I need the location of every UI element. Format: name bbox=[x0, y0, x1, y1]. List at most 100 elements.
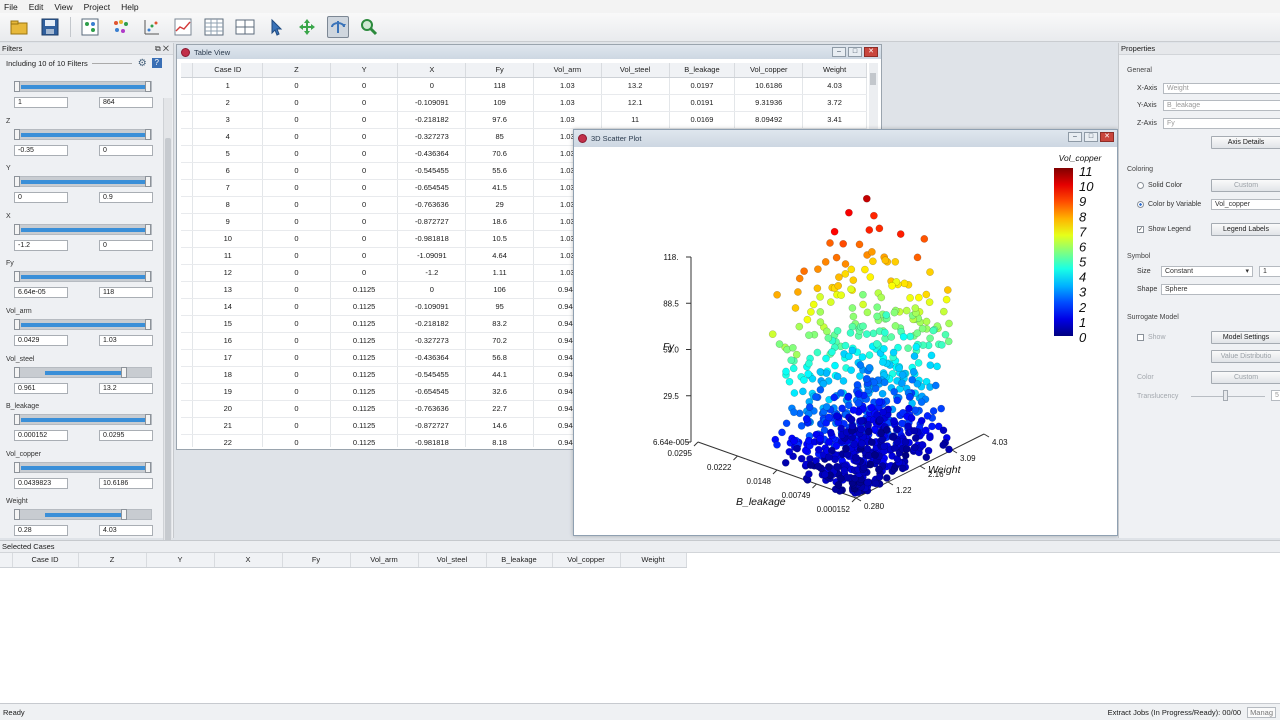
table-cell[interactable]: 0 bbox=[262, 400, 331, 418]
filter-max-handle[interactable] bbox=[145, 461, 151, 473]
table-cell[interactable]: 0 bbox=[330, 145, 399, 163]
table-cell[interactable]: 7 bbox=[192, 179, 264, 197]
table-cell[interactable]: 9.31936 bbox=[734, 94, 804, 112]
filter-max-handle[interactable] bbox=[121, 509, 127, 521]
table-cell[interactable]: 0 bbox=[262, 383, 331, 401]
table-cell[interactable]: 6 bbox=[192, 162, 264, 180]
translucency-slider-handle[interactable] bbox=[1223, 390, 1228, 401]
table-cell[interactable]: 0 bbox=[262, 281, 331, 299]
table-cell[interactable]: 3 bbox=[192, 111, 264, 129]
table-cell[interactable]: 0.0169 bbox=[669, 111, 736, 129]
table-cell[interactable]: 8 bbox=[192, 196, 264, 214]
translucency-value[interactable]: 5 bbox=[1271, 390, 1280, 401]
table-cell[interactable]: -0.109091 bbox=[397, 94, 467, 112]
row-selector[interactable] bbox=[181, 77, 194, 95]
filter-max-handle[interactable] bbox=[121, 366, 127, 378]
table-cell[interactable]: -0.327273 bbox=[397, 332, 467, 350]
filter-max-handle[interactable] bbox=[145, 318, 151, 330]
surrogate-show-option[interactable]: Show bbox=[1137, 334, 1166, 341]
table-cell[interactable]: 11 bbox=[192, 247, 264, 265]
table-cell[interactable]: 0 bbox=[330, 213, 399, 231]
table-cell[interactable]: 0 bbox=[262, 179, 331, 197]
table-cell[interactable]: 8.18 bbox=[465, 434, 534, 447]
selected-column-header[interactable]: B_leakage bbox=[486, 553, 553, 568]
table-cell[interactable]: 44.1 bbox=[465, 366, 534, 384]
table-row[interactable]: 2 0 0 -0.109091 109 1.03 12.1 0.0191 9.31936 3.72 bbox=[181, 94, 867, 112]
row-selector[interactable] bbox=[181, 349, 194, 367]
filter-max-input[interactable]: 4.03 bbox=[99, 525, 153, 537]
filter-min-handle[interactable] bbox=[14, 461, 20, 473]
table-cell[interactable]: 22.7 bbox=[465, 400, 534, 418]
table-cell[interactable]: 18.6 bbox=[465, 213, 534, 231]
line-chart-icon[interactable] bbox=[172, 16, 194, 38]
filter-range-slider[interactable] bbox=[14, 366, 152, 378]
table-cell[interactable]: 0.0197 bbox=[669, 77, 736, 95]
row-selector[interactable] bbox=[181, 230, 194, 248]
selected-column-header[interactable]: Vol_arm bbox=[350, 553, 419, 568]
table-cell[interactable]: -0.981818 bbox=[397, 434, 467, 447]
table-cell[interactable]: 0 bbox=[262, 77, 331, 95]
table-cell[interactable]: 0.1125 bbox=[330, 434, 399, 447]
scatter-plot-icon[interactable] bbox=[141, 16, 163, 38]
filter-min-input[interactable]: 1 bbox=[14, 97, 68, 108]
table-cell[interactable]: 13 bbox=[192, 281, 264, 299]
table-cell[interactable]: 8.09492 bbox=[734, 111, 804, 129]
save-icon[interactable] bbox=[39, 16, 61, 38]
table-cell[interactable]: 0 bbox=[330, 196, 399, 214]
filter-max-input[interactable]: 1.03 bbox=[99, 334, 153, 346]
filter-min-handle[interactable] bbox=[14, 414, 20, 426]
filter-range-slider[interactable] bbox=[14, 414, 152, 426]
surrogate-show-checkbox[interactable] bbox=[1137, 334, 1144, 341]
filter-range-slider[interactable] bbox=[14, 223, 152, 235]
column-header[interactable]: Z bbox=[262, 63, 331, 78]
table-cell[interactable]: 55.6 bbox=[465, 162, 534, 180]
x-axis-select[interactable]: Weight bbox=[1163, 83, 1280, 94]
custom-color-button[interactable]: Custom bbox=[1211, 179, 1280, 192]
table-cell[interactable]: 14.6 bbox=[465, 417, 534, 435]
selected-column-header[interactable]: Vol_steel bbox=[418, 553, 487, 568]
filter-min-input[interactable]: 0.0439823 bbox=[14, 477, 68, 489]
table-cell[interactable]: 0 bbox=[330, 128, 399, 146]
row-selector[interactable] bbox=[181, 94, 194, 112]
pan-icon[interactable] bbox=[296, 16, 318, 38]
scatter-titlebar[interactable]: 3D Scatter Plot – □ ✕ bbox=[574, 130, 1117, 147]
column-header[interactable]: Vol_steel bbox=[601, 63, 670, 78]
solid-color-radio[interactable] bbox=[1137, 182, 1144, 189]
row-selector[interactable] bbox=[181, 400, 194, 418]
table-row[interactable]: 3 0 0 -0.218182 97.6 1.03 11 0.0169 8.09492 3.41 bbox=[181, 111, 867, 129]
table-cell[interactable]: 0 bbox=[330, 230, 399, 248]
row-selector[interactable] bbox=[181, 434, 194, 447]
table-cell[interactable]: 109 bbox=[465, 94, 534, 112]
menu-view[interactable]: View bbox=[54, 2, 72, 12]
filter-max-input[interactable]: 0.9 bbox=[99, 192, 153, 204]
row-selector[interactable] bbox=[181, 281, 194, 299]
scatter-plot-area[interactable]: 0.280 1.22 2.16 3.09 4.03 0.000152 0.00749 0.01… bbox=[578, 149, 1115, 533]
filter-min-input[interactable]: 0.28 bbox=[14, 525, 68, 537]
table-cell[interactable]: 0 bbox=[262, 434, 331, 447]
table-cell[interactable]: 0.1125 bbox=[330, 349, 399, 367]
table-cell[interactable]: 70.6 bbox=[465, 145, 534, 163]
row-selector[interactable] bbox=[181, 145, 194, 163]
table-cell[interactable]: -0.545455 bbox=[397, 366, 467, 384]
scatter-matrix-icon[interactable] bbox=[110, 16, 132, 38]
row-selector[interactable] bbox=[181, 366, 194, 384]
table-cell[interactable]: 0.1125 bbox=[330, 281, 399, 299]
filter-min-handle[interactable] bbox=[14, 366, 20, 378]
row-selector[interactable] bbox=[181, 128, 194, 146]
selected-column-header[interactable]: Fy bbox=[282, 553, 351, 568]
table-cell[interactable]: 0.1125 bbox=[330, 383, 399, 401]
filter-max-handle[interactable] bbox=[145, 128, 151, 140]
table-cell[interactable]: 1 bbox=[192, 77, 264, 95]
filter-min-input[interactable]: -0.35 bbox=[14, 144, 68, 156]
table-cell[interactable]: 0 bbox=[330, 94, 399, 112]
select-all-corner[interactable] bbox=[0, 553, 13, 568]
table-cell[interactable]: 0 bbox=[262, 298, 331, 316]
solid-color-option[interactable]: Solid Color bbox=[1137, 182, 1182, 189]
table-cell[interactable]: -0.872727 bbox=[397, 417, 467, 435]
filter-range-slider[interactable] bbox=[14, 509, 152, 521]
table-cell[interactable]: 0.1125 bbox=[330, 332, 399, 350]
table-cell[interactable]: 4 bbox=[192, 128, 264, 146]
selected-column-header[interactable]: X bbox=[214, 553, 283, 568]
row-selector[interactable] bbox=[181, 417, 194, 435]
table-cell[interactable]: -0.327273 bbox=[397, 128, 467, 146]
